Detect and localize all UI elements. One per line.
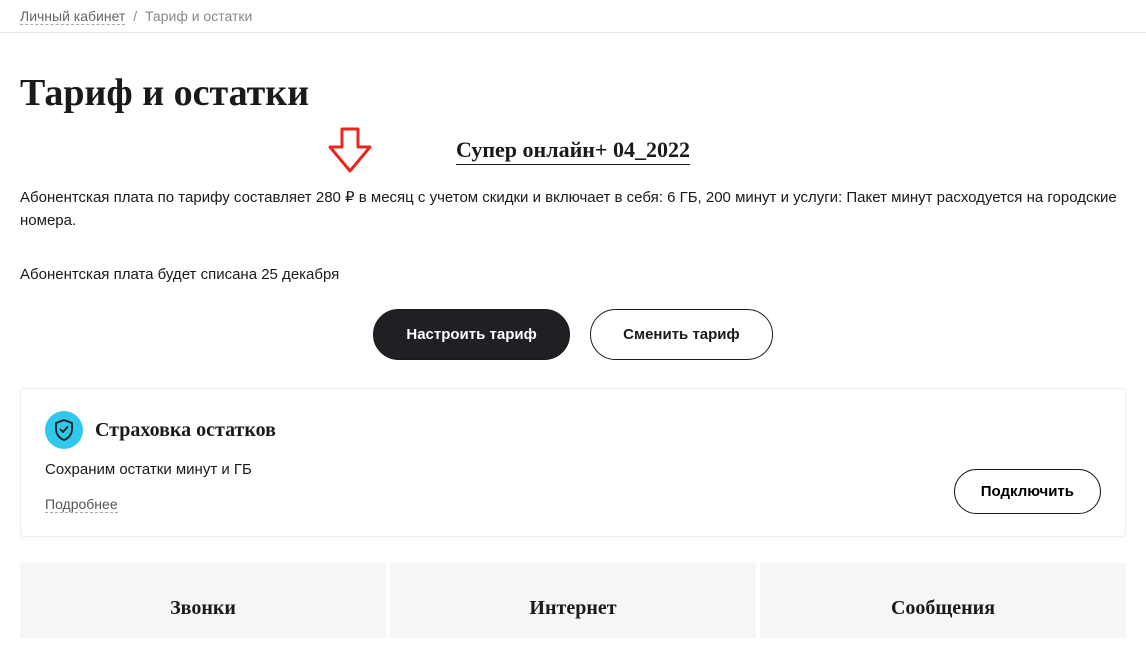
breadcrumb-current: Тариф и остатки <box>145 8 252 24</box>
tab-calls[interactable]: Звонки <box>20 563 386 638</box>
page-title: Тариф и остатки <box>20 71 1126 115</box>
insurance-connect-button[interactable]: Подключить <box>954 469 1101 514</box>
tab-internet[interactable]: Интернет <box>390 563 756 638</box>
insurance-more-link[interactable]: Подробнее <box>45 496 118 513</box>
tariff-name-link[interactable]: Супер онлайн+ 04_2022 <box>456 137 690 165</box>
usage-tabs: Звонки Интернет Сообщения <box>20 563 1126 638</box>
insurance-card: Страховка остатков Сохраним остатки мину… <box>20 388 1126 537</box>
insurance-subtitle: Сохраним остатки минут и ГБ <box>45 461 1101 478</box>
tariff-description: Абонентская плата по тарифу составляет 2… <box>20 187 1126 232</box>
tab-messages[interactable]: Сообщения <box>760 563 1126 638</box>
shield-icon <box>45 411 83 449</box>
insurance-title: Страховка остатков <box>95 419 276 442</box>
breadcrumb: Личный кабинет / Тариф и остатки <box>0 0 1146 33</box>
charge-note: Абонентская плата будет списана 25 декаб… <box>20 266 1126 283</box>
change-tariff-button[interactable]: Сменить тариф <box>590 309 772 360</box>
breadcrumb-home-link[interactable]: Личный кабинет <box>20 8 125 25</box>
configure-tariff-button[interactable]: Настроить тариф <box>373 309 569 360</box>
tariff-header: Супер онлайн+ 04_2022 <box>20 137 1126 163</box>
action-buttons: Настроить тариф Сменить тариф <box>20 309 1126 360</box>
arrow-down-icon <box>320 125 380 184</box>
breadcrumb-separator: / <box>133 8 137 24</box>
